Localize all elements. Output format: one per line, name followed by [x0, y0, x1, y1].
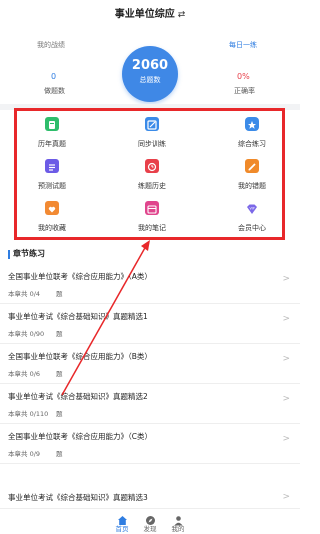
tile-label: 同步训练 — [138, 140, 166, 148]
done-count-label: 做题数 — [44, 87, 65, 95]
chapter-title: 全国事业单位联考《综合应用能力》（A类） — [8, 272, 152, 281]
edit-pad-icon — [145, 117, 159, 131]
heart-folder-icon — [45, 201, 59, 215]
chapter-count: 本章共 0/9 — [8, 450, 41, 458]
chevron-right-icon: > — [282, 314, 290, 324]
tab-label: 首页 — [115, 525, 129, 533]
tile-my-notes[interactable]: 我的笔记 — [107, 201, 197, 232]
tile-label: 我的收藏 — [38, 224, 66, 232]
tile-my-mistakes[interactable]: 我的错题 — [207, 159, 297, 190]
chapter-count: 本章共 0/6 — [8, 370, 41, 378]
list-item[interactable]: 事业单位考试《综合基础知识》真题精选1 本章共 0/90 题 > — [0, 304, 300, 344]
tile-my-favorites[interactable]: 我的收藏 — [7, 201, 97, 232]
tile-label: 练题历史 — [138, 182, 166, 190]
swap-icon[interactable]: ⇄ — [178, 10, 186, 20]
bottom-tab-bar: 首页 发现 我的 — [0, 508, 300, 534]
book-icon — [45, 117, 59, 131]
chevron-right-icon: > — [282, 434, 290, 444]
tab-discover[interactable]: 发现 — [135, 511, 165, 533]
stats-panel: 我的战绩 0 做题数 2060 总题数 每日一练 0% 正确率 — [0, 30, 300, 102]
tile-label: 历年真题 — [38, 140, 66, 148]
done-count-value: 0 — [51, 72, 57, 81]
chapter-unit: 题 — [56, 410, 63, 418]
list-icon — [45, 159, 59, 173]
chapter-title: 事业单位考试《综合基础知识》真题精选2 — [8, 392, 148, 401]
chapter-unit: 题 — [56, 290, 63, 298]
chevron-right-icon: > — [282, 354, 290, 364]
feature-grid: 历年真题 同步训练 综合练习 预测试题 练题历史 我的错题 我的收藏 我的笔记 … — [14, 108, 285, 240]
pencil-icon — [245, 159, 259, 173]
total-questions-label: 总题数 — [139, 76, 161, 84]
calendar-icon — [145, 201, 159, 215]
total-questions-value: 2060 — [131, 58, 169, 73]
svg-text:VIP: VIP — [249, 206, 254, 210]
history-icon — [145, 159, 159, 173]
chapter-count: 本章共 0/4 — [8, 290, 41, 298]
tile-comprehensive-practice[interactable]: 综合练习 — [207, 117, 297, 148]
my-record-label: 我的战绩 — [37, 41, 65, 49]
chevron-right-icon: > — [282, 274, 290, 284]
tile-practice-history[interactable]: 练题历史 — [107, 159, 197, 190]
tile-label: 我的笔记 — [138, 224, 166, 232]
list-item[interactable]: 事业单位考试《综合基础知识》真题精选2 本章共 0/110 题 > — [0, 384, 300, 424]
chapter-title: 全国事业单位联考《综合应用能力》（C类） — [8, 432, 152, 441]
compass-icon — [145, 511, 156, 525]
total-questions-circle[interactable]: 2060 总题数 — [122, 46, 178, 102]
person-icon — [173, 511, 184, 526]
chevron-right-icon: > — [282, 394, 290, 404]
list-item[interactable]: 全国事业单位联考《综合应用能力》（A类） 本章共 0/4 题 > — [0, 264, 300, 304]
list-item[interactable]: 全国事业单位联考《综合应用能力》（C类） 本章共 0/9 题 > — [0, 424, 300, 464]
top-bar: 事业单位综应 ⇄ — [0, 0, 300, 30]
home-icon — [117, 511, 128, 525]
tile-sync-training[interactable]: 同步训练 — [107, 117, 197, 148]
tile-past-exams[interactable]: 历年真题 — [7, 117, 97, 148]
page-title[interactable]: 事业单位综应 — [115, 9, 175, 20]
chapter-title: 事业单位考试《综合基础知识》真题精选1 — [8, 312, 148, 321]
tile-label: 我的错题 — [238, 182, 266, 190]
accuracy-label: 正确率 — [234, 87, 255, 95]
chapter-title: 事业单位考试《综合基础知识》真题精选3 — [8, 493, 148, 502]
chapter-count: 本章共 0/110 — [8, 410, 49, 418]
star-hexagon-icon — [245, 117, 259, 131]
section-accent-bar — [8, 250, 10, 259]
chapter-practice-header: 章节练习 — [0, 244, 300, 264]
chevron-right-icon: > — [282, 492, 290, 502]
accuracy-value: 0% — [237, 72, 250, 81]
chapter-unit: 题 — [56, 330, 63, 338]
chapter-title: 全国事业单位联考《综合应用能力》（B类） — [8, 352, 152, 361]
tab-label: 发现 — [143, 525, 157, 533]
tile-vip-center[interactable]: VIP 会员中心 — [207, 201, 297, 232]
tile-label: 预测试题 — [38, 182, 66, 190]
daily-practice-link[interactable]: 每日一练 — [229, 40, 257, 50]
chapter-unit: 题 — [56, 370, 63, 378]
chapter-unit: 题 — [56, 450, 63, 458]
tile-predicted-questions[interactable]: 预测试题 — [7, 159, 97, 190]
tile-label: 会员中心 — [238, 224, 266, 232]
chapter-count: 本章共 0/90 — [8, 330, 45, 338]
vip-diamond-icon: VIP — [245, 201, 259, 215]
tile-label: 综合练习 — [238, 140, 266, 148]
list-item[interactable]: 事业单位考试《综合基础知识》真题精选3 > — [0, 464, 300, 504]
section-title: 章节练习 — [13, 249, 45, 258]
list-item[interactable]: 全国事业单位联考《综合应用能力》（B类） 本章共 0/6 题 > — [0, 344, 300, 384]
tab-profile[interactable]: 我的 — [163, 511, 193, 533]
tab-label: 我的 — [171, 525, 185, 533]
tab-home[interactable]: 首页 — [107, 511, 137, 533]
